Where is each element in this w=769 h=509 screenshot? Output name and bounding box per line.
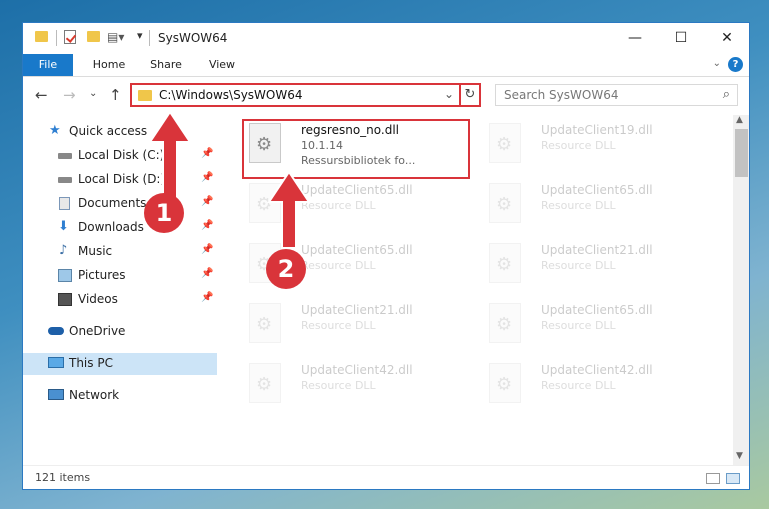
arrow-2 [267, 170, 311, 249]
callout-1: 1 [144, 193, 184, 233]
callout-2: 2 [266, 249, 306, 289]
arrow-1 [148, 110, 192, 199]
annotation-arrows [148, 110, 311, 249]
